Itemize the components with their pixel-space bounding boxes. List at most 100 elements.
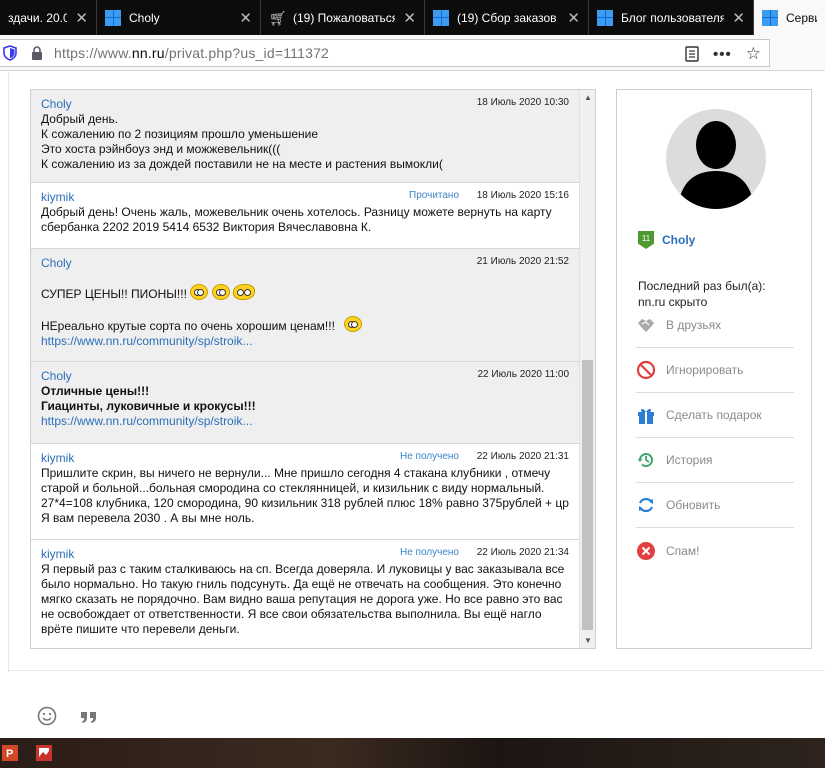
cart-icon: 🛒︎ xyxy=(269,9,287,26)
message-body: Отличные цены!!! Гиацинты, луковичные и … xyxy=(41,384,569,429)
message-date: 22 Июль 2020 21:34 xyxy=(476,547,569,558)
divider xyxy=(8,72,9,672)
browser-tab-1[interactable]: здачи. 20.07 ✕ xyxy=(0,0,97,35)
message-scrollbar[interactable]: ▲ ▼ xyxy=(579,90,595,648)
browser-tab-5[interactable]: Блог пользователя ✕ xyxy=(589,0,754,35)
avatar[interactable] xyxy=(666,109,766,209)
default-avatar-icon xyxy=(678,121,754,209)
composer-toolbar xyxy=(37,706,99,726)
tab-title: Сервис xyxy=(786,10,817,25)
message-item: kiymik Прочитано 18 Июль 2020 15:16 Добр… xyxy=(31,183,579,249)
message-line: Гиацинты, луковичные и крокусы!!! xyxy=(41,399,256,413)
powerpoint-icon[interactable]: P xyxy=(2,744,18,762)
url-domain: nn.ru xyxy=(131,45,165,61)
site-icon xyxy=(433,9,449,26)
handshake-icon xyxy=(636,315,656,335)
tab-title: Choly xyxy=(129,10,160,25)
action-label: Сделать подарок xyxy=(666,408,762,422)
site-icon xyxy=(105,9,121,26)
browser-tab-3[interactable]: 🛒︎ (19) Пожаловаться ✕ xyxy=(261,0,425,35)
spam-button[interactable]: Спам! xyxy=(636,528,794,573)
spam-icon xyxy=(636,541,656,561)
message-line: К сожалению по 2 позициям прошло уменьше… xyxy=(41,127,319,141)
profile-panel: 11 Choly Последний раз был(а): nn.ru скр… xyxy=(616,89,812,649)
browser-tab-strip: здачи. 20.07 ✕ Choly ✕ 🛒︎ (19) Пожаловат… xyxy=(0,0,825,35)
message-author[interactable]: kiymik xyxy=(41,190,74,204)
action-label: Обновить xyxy=(666,498,721,512)
history-button[interactable]: История xyxy=(636,438,794,483)
scroll-up-icon[interactable]: ▲ xyxy=(584,93,592,102)
action-label: Игнорировать xyxy=(666,363,744,377)
message-line: СУПЕР ЦЕНЫ!! ПИОНЫ!!! xyxy=(41,284,569,302)
message-author[interactable]: Choly xyxy=(41,369,72,383)
level-badge: 11 xyxy=(638,231,654,249)
message-author[interactable]: Choly xyxy=(41,256,72,270)
close-icon[interactable]: ✕ xyxy=(403,9,416,27)
smiley-icon xyxy=(232,284,255,300)
message-status: Прочитано xyxy=(409,190,459,201)
close-icon[interactable]: ✕ xyxy=(567,9,580,27)
message-body: Добрый день! Очень жаль, можевельник оче… xyxy=(41,205,552,234)
message-date: 21 Июль 2020 21:52 xyxy=(476,256,569,267)
gift-button[interactable]: Сделать подарок xyxy=(636,393,794,438)
refresh-icon xyxy=(636,495,656,515)
smiley-icon xyxy=(211,284,230,300)
message-author[interactable]: kiymik xyxy=(41,547,74,561)
message-date: 18 Июль 2020 10:30 xyxy=(476,97,569,108)
browser-tab-2[interactable]: Choly ✕ xyxy=(97,0,261,35)
url-prefix: https://www. xyxy=(54,45,132,61)
image-viewer-icon[interactable] xyxy=(36,744,52,762)
url-path: /privat.php?us_id=111372 xyxy=(164,45,330,61)
message-author[interactable]: kiymik xyxy=(41,451,74,465)
message-text: СУПЕР ЦЕНЫ!! ПИОНЫ!!! xyxy=(41,287,187,301)
profile-name-row: 11 Choly xyxy=(638,231,695,249)
close-icon[interactable]: ✕ xyxy=(239,9,252,27)
message-item: Choly 18 Июль 2020 10:30 Добрый день. К … xyxy=(31,90,579,183)
browser-tab-4[interactable]: (19) Сбор заказов 2 ✕ xyxy=(425,0,589,35)
site-icon xyxy=(762,9,778,26)
smiley-icon xyxy=(344,316,363,332)
navigation-bar: https://www.nn.ru/privat.php?us_id=11137… xyxy=(0,35,825,71)
os-taskbar: P xyxy=(0,738,825,768)
emoji-icon[interactable] xyxy=(37,706,57,726)
message-status: Не получено xyxy=(399,547,459,558)
message-status: Не получено xyxy=(399,451,459,462)
message-item: Choly 21 Июль 2020 21:52 СУПЕР ЦЕНЫ!! ПИ… xyxy=(31,249,579,362)
action-label: История xyxy=(666,453,713,467)
page-actions-icon[interactable]: ••• xyxy=(713,46,732,63)
tab-title: (19) Пожаловаться xyxy=(293,10,396,25)
gift-icon xyxy=(636,405,656,425)
url-bar[interactable]: https://www.nn.ru/privat.php?us_id=11137… xyxy=(0,39,770,67)
tracking-shield-icon[interactable] xyxy=(2,45,18,61)
message-link[interactable]: https://www.nn.ru/community/sp/stroik... xyxy=(41,414,252,428)
message-body: СУПЕР ЦЕНЫ!! ПИОНЫ!!! НЕреально крутые с… xyxy=(41,284,569,349)
action-label: Спам! xyxy=(666,543,700,558)
quote-icon[interactable] xyxy=(79,708,99,724)
friends-button[interactable]: В друзьях xyxy=(636,303,794,348)
url-bar-actions: ••• ☆ xyxy=(685,44,761,64)
bookmark-star-icon[interactable]: ☆ xyxy=(746,44,761,64)
reader-view-icon[interactable] xyxy=(685,46,699,62)
message-link[interactable]: https://www.nn.ru/community/sp/stroik... xyxy=(41,334,252,348)
message-date: 22 Июль 2020 21:31 xyxy=(476,451,569,462)
svg-text:P: P xyxy=(6,748,13,760)
tab-title: Блог пользователя xyxy=(621,10,725,25)
tab-title: здачи. 20.07 xyxy=(8,10,67,25)
message-item: Choly 22 Июль 2020 11:00 Отличные цены!!… xyxy=(31,362,579,444)
lock-icon[interactable] xyxy=(30,45,44,61)
close-icon[interactable]: ✕ xyxy=(75,9,88,27)
refresh-button[interactable]: Обновить xyxy=(636,483,794,528)
scrollbar-thumb[interactable] xyxy=(582,360,593,630)
action-label: В друзьях xyxy=(666,318,722,332)
message-body: Добрый день. К сожалению по 2 позициям п… xyxy=(41,112,569,172)
site-icon xyxy=(597,9,613,26)
message-line: Отличные цены!!! xyxy=(41,384,150,398)
message-line: Это хоста рэйнбоуз энд и можжевельник((( xyxy=(41,142,281,156)
browser-tab-active[interactable]: Сервис xyxy=(754,0,825,35)
message-author[interactable]: Choly xyxy=(41,97,72,111)
ignore-button[interactable]: Игнорировать xyxy=(636,348,794,393)
url-text[interactable]: https://www.nn.ru/privat.php?us_id=11137… xyxy=(54,45,329,61)
close-icon[interactable]: ✕ xyxy=(732,9,745,27)
scroll-down-icon[interactable]: ▼ xyxy=(584,636,592,645)
profile-name[interactable]: Choly xyxy=(662,233,695,247)
